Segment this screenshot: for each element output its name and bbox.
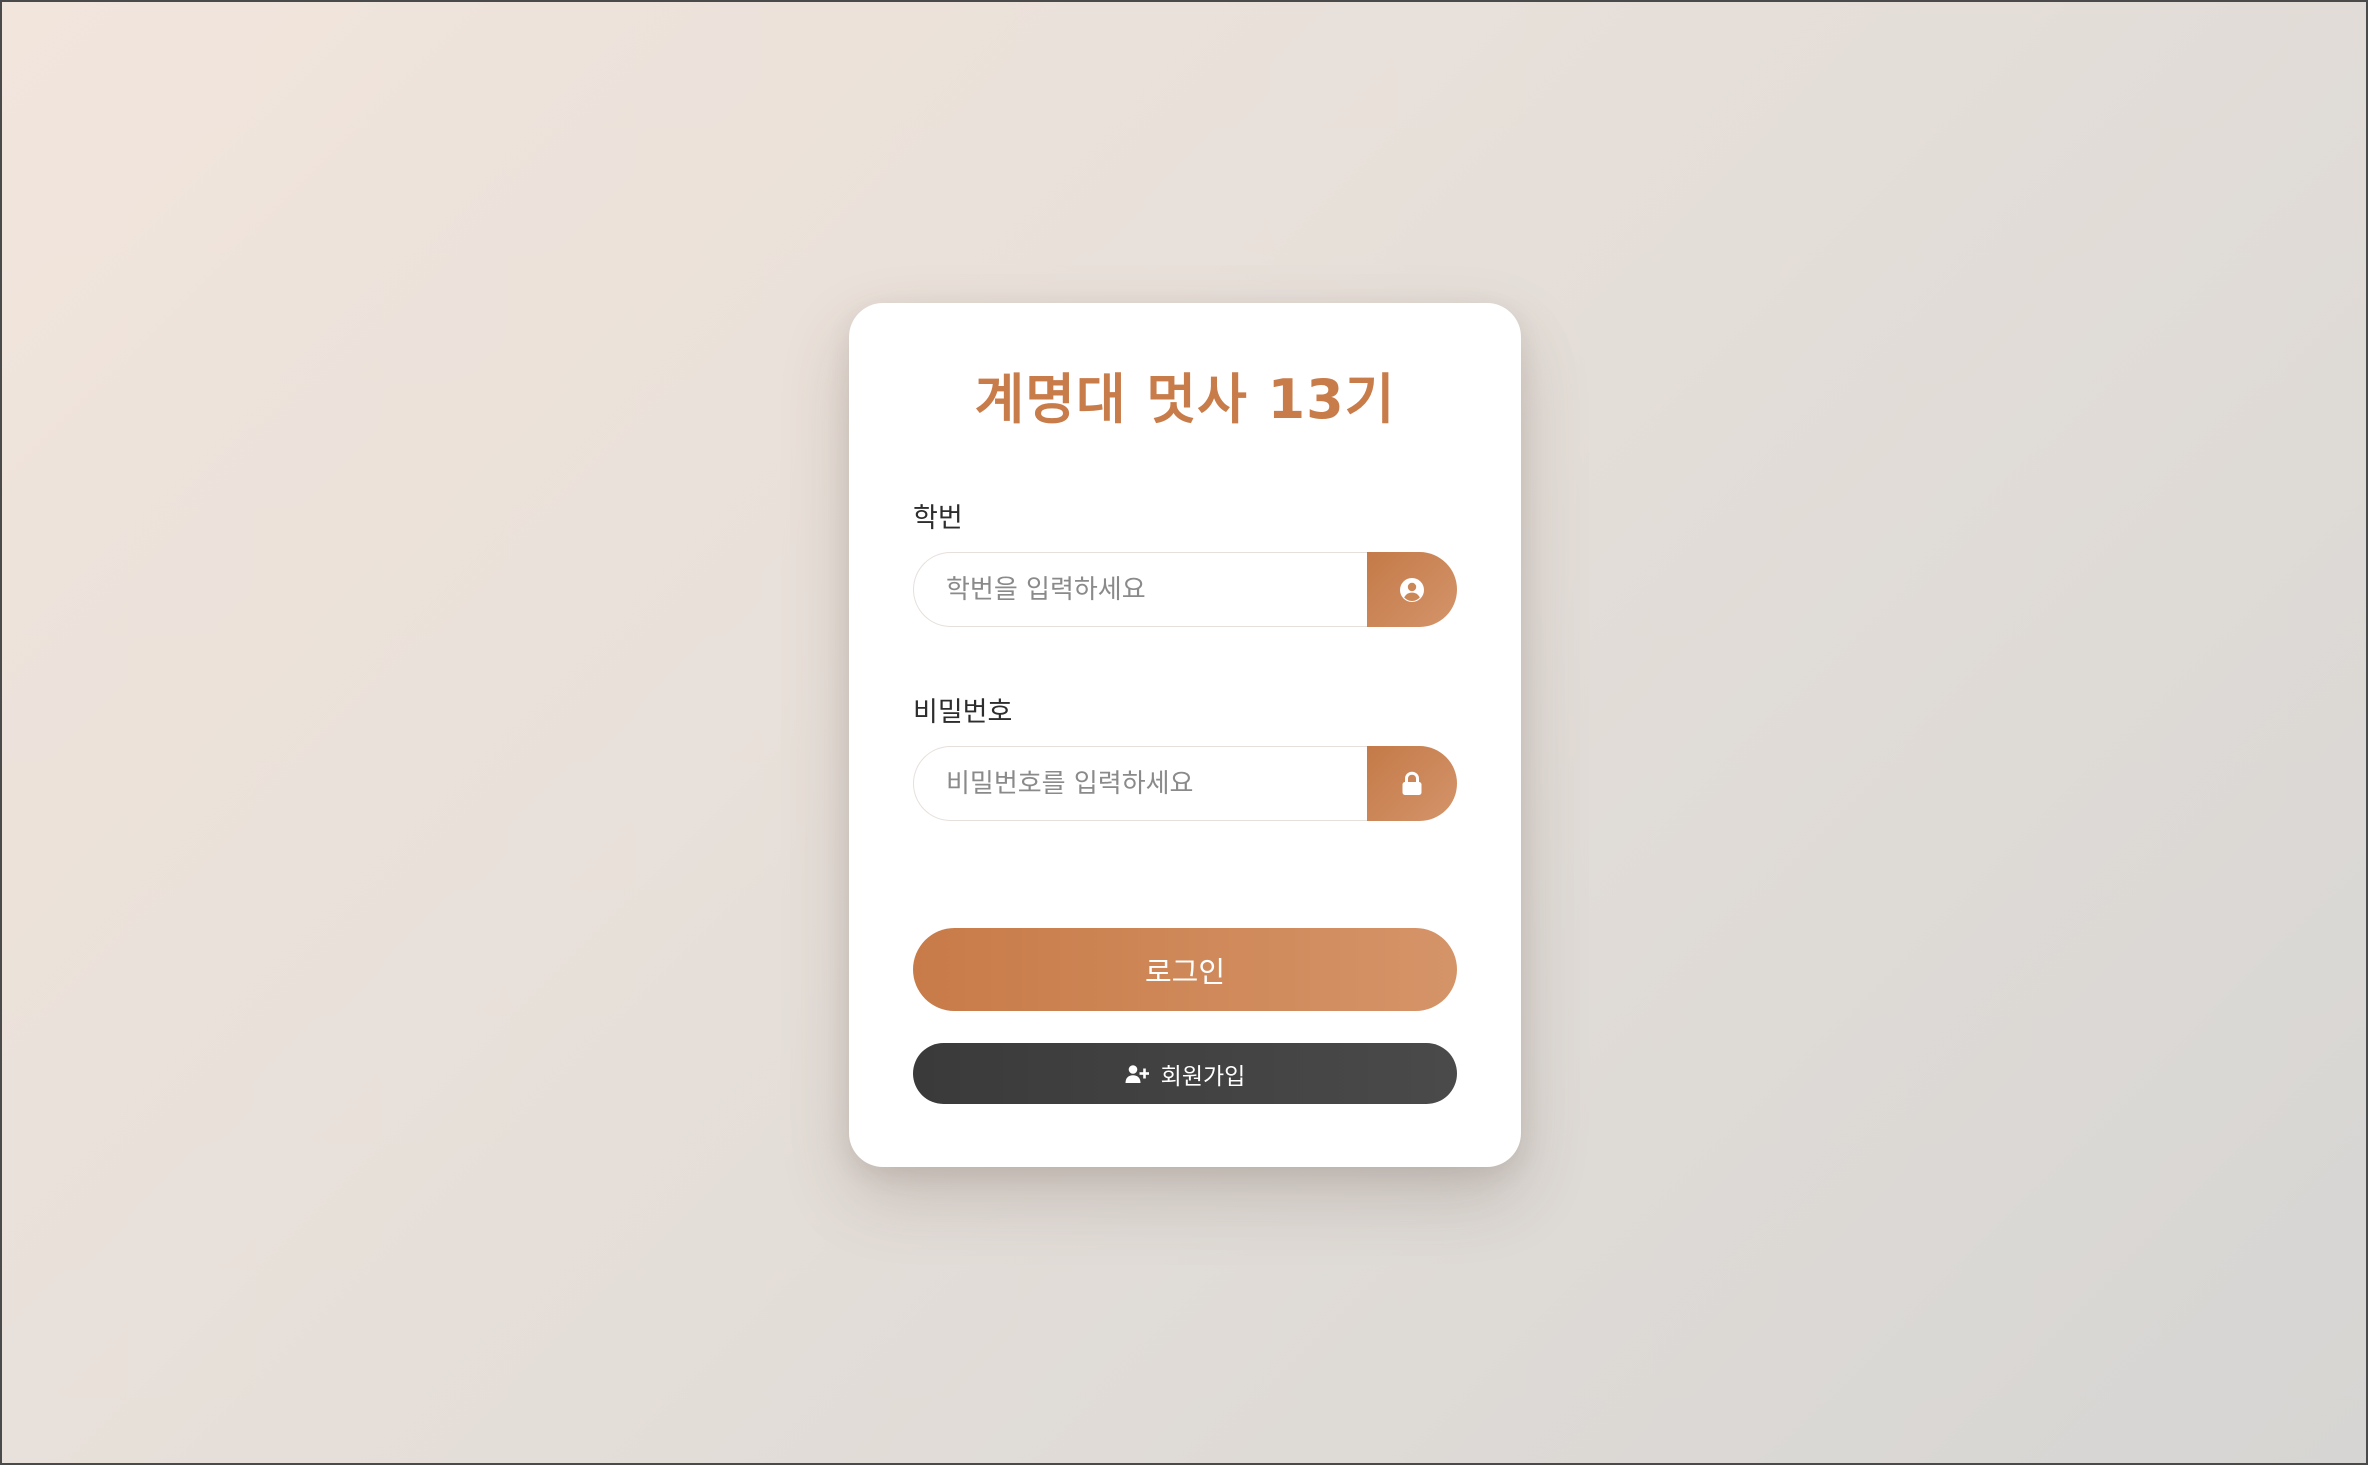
student-id-label: 학번: [913, 503, 963, 534]
password-input[interactable]: [913, 746, 1369, 821]
lock-icon: [1367, 746, 1457, 821]
login-button[interactable]: 로그인: [913, 928, 1457, 1011]
student-id-group: [913, 552, 1457, 627]
login-card: 계명대 멋사 13기 학번 비밀번호 로그인: [849, 303, 1521, 1167]
page-title: 계명대 멋사 13기: [974, 368, 1396, 431]
password-group: [913, 746, 1457, 821]
user-plus-icon: [1125, 1064, 1149, 1084]
student-id-input[interactable]: [913, 552, 1369, 627]
password-label: 비밀번호: [913, 697, 1013, 728]
user-circle-icon: [1367, 552, 1457, 627]
signup-button[interactable]: 회원가입: [913, 1043, 1457, 1104]
signup-button-label: 회원가입: [1160, 1063, 1246, 1090]
